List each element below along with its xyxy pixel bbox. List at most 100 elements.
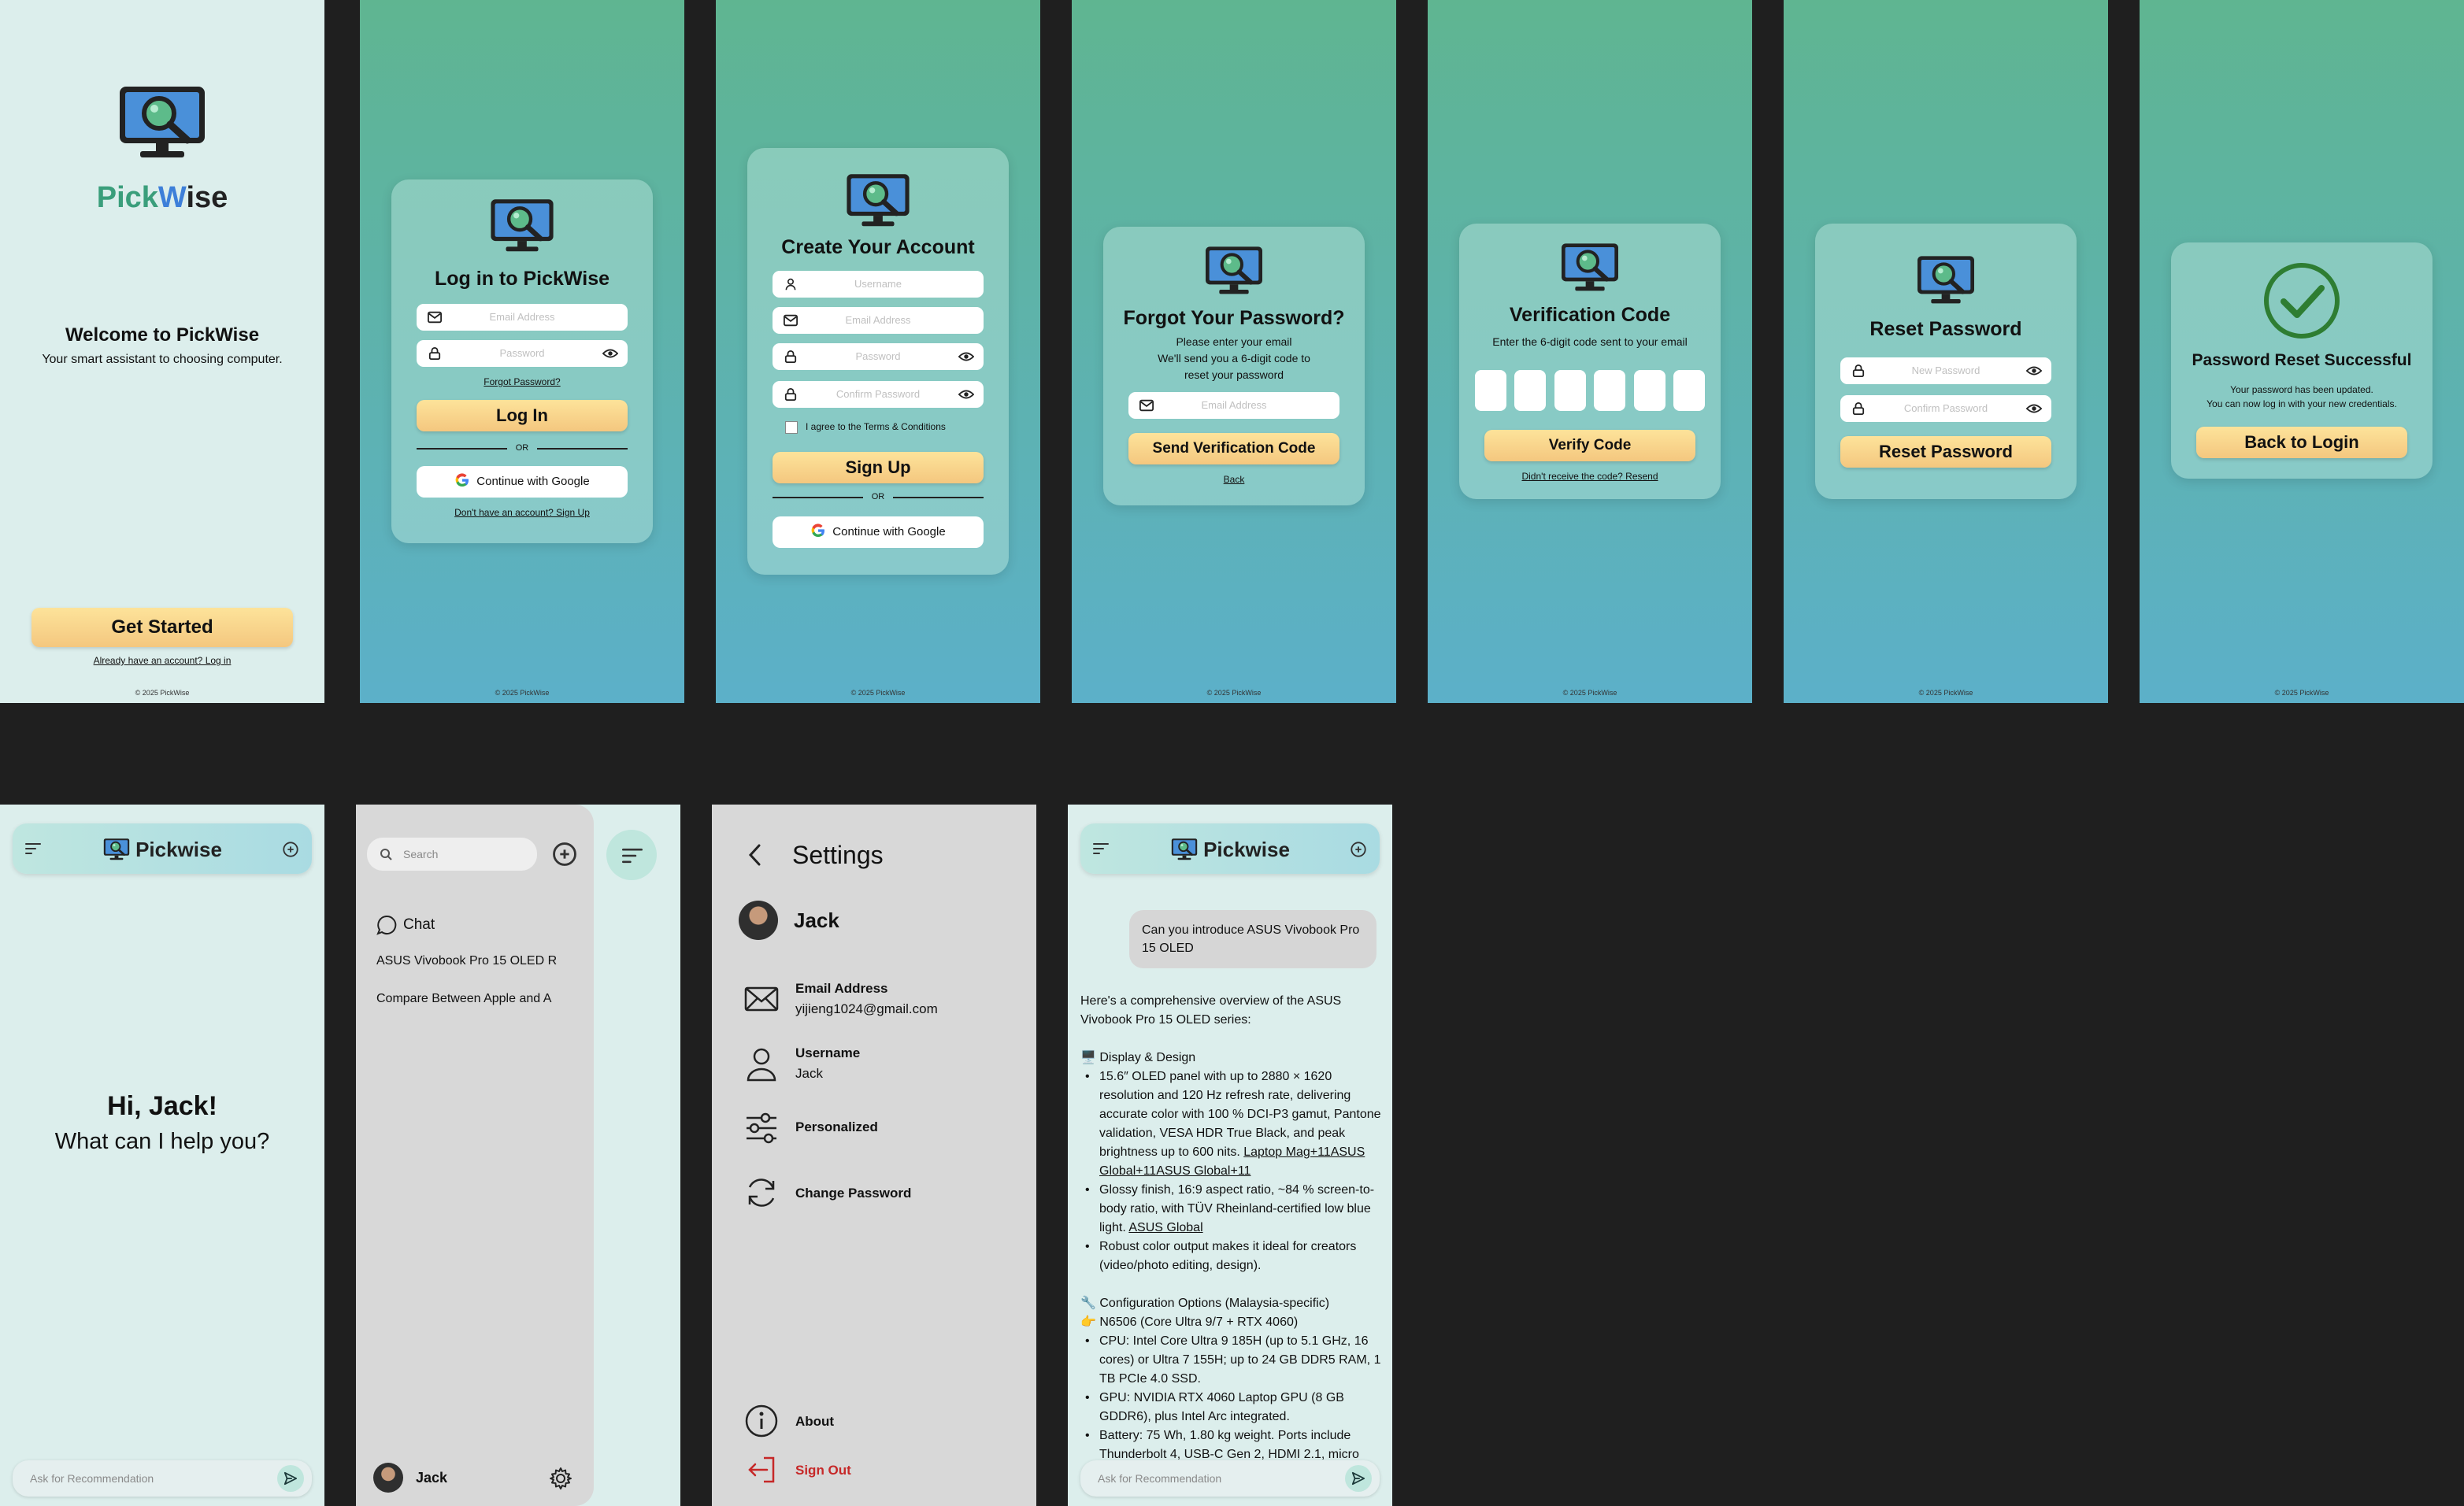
eye-icon[interactable] [958,388,974,401]
greeting: Hi, Jack! [107,1091,217,1121]
signup-screen: Create Your Account Username Email Addre… [716,0,1040,703]
username-placeholder: Username [854,278,902,290]
email-field[interactable]: Email Address [773,307,984,334]
menu-icon [622,847,643,864]
verification-card: Verification Code Enter the 6-digit code… [1459,224,1721,499]
header-brand-label: Pickwise [135,838,222,861]
ask-placeholder: Ask for Recommendation [1098,1472,1222,1485]
pickwise-logo-icon [115,83,209,162]
mail-icon [744,986,779,1012]
back-chevron-icon[interactable] [747,842,764,868]
login-button[interactable]: Log In [417,400,628,431]
verification-screen: Verification Code Enter the 6-digit code… [1428,0,1752,703]
eye-icon[interactable] [958,350,974,363]
menu-toggle-button[interactable] [606,830,657,880]
resend-link[interactable]: Didn't receive the code? Resend [1459,471,1721,482]
terms-checkbox[interactable] [785,420,798,434]
new-chat-icon[interactable] [282,841,299,858]
eye-icon[interactable] [602,347,618,360]
eye-icon[interactable] [2026,364,2042,377]
search-input[interactable]: Search [367,838,537,871]
settings-title: Settings [792,841,884,869]
sidebar-panel: Search Chat ASUS Vivobook Pro 15 OLED R … [356,805,594,1506]
login-screen: Log in to PickWise Email Address Passwor… [360,0,684,703]
header-brand-label: Pickwise [1203,838,1290,861]
avatar [739,901,778,940]
footer-copyright: © 2025 PickWise [495,689,550,697]
password-field[interactable]: Password [773,343,984,370]
back-link[interactable]: Back [1103,474,1365,485]
sidebar-item-chat-1[interactable]: ASUS Vivobook Pro 15 OLED R [376,954,557,968]
signup-link[interactable]: Don't have an account? Sign Up [391,507,653,518]
reset-card: Reset Password New Password Confirm Pass… [1815,224,2077,499]
forgot-password-link[interactable]: Forgot Password? [391,376,653,387]
forgot-card: Forgot Your Password? Please enter your … [1103,227,1365,505]
back-to-login-button[interactable]: Back to Login [2196,427,2407,458]
code-digit-input[interactable] [1554,370,1586,411]
settings-sign-out-row[interactable]: Sign Out [743,1452,1021,1488]
sidebar-chat-header: Chat [376,915,435,935]
pickwise-logo-icon [1202,244,1265,298]
list-item: • CPU: Intel Core Ultra 9 185H (up to 5.1… [1085,1334,1381,1386]
pickwise-logo-icon [1558,241,1621,294]
login-link[interactable]: Already have an account? Log in [0,655,324,666]
send-code-button[interactable]: Send Verification Code [1128,433,1339,464]
footer-copyright: © 2025 PickWise [1918,689,1973,697]
email-field[interactable]: Email Address [417,304,628,331]
username-field[interactable]: Username [773,271,984,298]
login-card: Log in to PickWise Email Address Passwor… [391,179,653,543]
home-screen: Pickwise Hi, Jack! What can I help you? … [0,805,324,1506]
new-password-field[interactable]: New Password [1840,357,2051,384]
or-divider: OR [773,491,984,502]
footer-copyright: © 2025 PickWise [2274,689,2329,697]
verification-title: Verification Code [1509,304,1671,326]
list-item: • GPU: NVIDIA RTX 4060 Laptop GPU (8 GB G… [1085,1391,1344,1423]
settings-change-password-row[interactable]: Change Password [743,1175,1021,1214]
code-digit-input[interactable] [1633,370,1666,411]
forgot-title: Forgot Your Password? [1123,307,1345,329]
google-button[interactable]: Continue with Google [417,466,628,498]
confirm-password-placeholder: Confirm Password [836,388,921,400]
ask-input[interactable]: Ask for Recommendation [1080,1460,1380,1497]
eye-icon[interactable] [2026,402,2042,415]
get-started-button[interactable]: Get Started [31,608,293,647]
code-digit-input[interactable] [1475,370,1506,411]
send-button[interactable] [1345,1465,1372,1492]
password-placeholder: Password [855,350,901,362]
footer-copyright: © 2025 PickWise [135,689,190,697]
email-field[interactable]: Email Address [1128,392,1339,419]
sidebar-item-chat-2[interactable]: Compare Between Apple and A [376,992,551,1006]
header-brand: Pickwise [13,838,312,863]
code-digit-input[interactable] [1514,370,1547,411]
sliders-icon [747,1112,776,1144]
chat-screen: Pickwise Can you introduce ASUS Vivobook… [1068,805,1392,1506]
assistant-intro: Here's a comprehensive overview of the A… [1080,994,1342,1027]
confirm-password-field[interactable]: Confirm Password [1840,395,2051,422]
gear-icon[interactable] [548,1466,573,1491]
bullet-text: GPU: NVIDIA RTX 4060 Laptop GPU (8 GB GD… [1099,1391,1344,1423]
avatar[interactable] [373,1463,403,1493]
new-password-placeholder: New Password [1911,364,1980,376]
new-chat-icon[interactable] [1350,841,1367,858]
email-label: Email Address [795,981,888,996]
personalized-label: Personalized [795,1119,878,1134]
reset-password-button[interactable]: Reset Password [1840,436,2051,468]
ask-input[interactable]: Ask for Recommendation [13,1460,312,1497]
verify-code-button[interactable]: Verify Code [1484,430,1695,461]
signup-button[interactable]: Sign Up [773,452,984,483]
settings-about-row[interactable]: About [743,1403,1021,1439]
code-digit-input[interactable] [1594,370,1626,411]
welcome-title: Welcome to PickWise [65,324,260,346]
google-button[interactable]: Continue with Google [773,516,984,548]
source-link[interactable]: ASUS Global [1128,1221,1202,1234]
bullet-text: Battery: 75 Wh, 1.80 kg weight. Ports in… [1099,1429,1359,1461]
confirm-password-field[interactable]: Confirm Password [773,381,984,408]
code-digit-input[interactable] [1673,370,1705,411]
success-title: Password Reset Successful [2192,351,2412,369]
list-item: • Robust color output makes it ideal for … [1085,1240,1357,1272]
new-chat-icon[interactable] [551,841,578,868]
send-button[interactable] [277,1465,304,1492]
refresh-icon [748,1179,775,1207]
password-field[interactable]: Password [417,340,628,367]
settings-personalized-row[interactable]: Personalized [743,1110,1021,1149]
